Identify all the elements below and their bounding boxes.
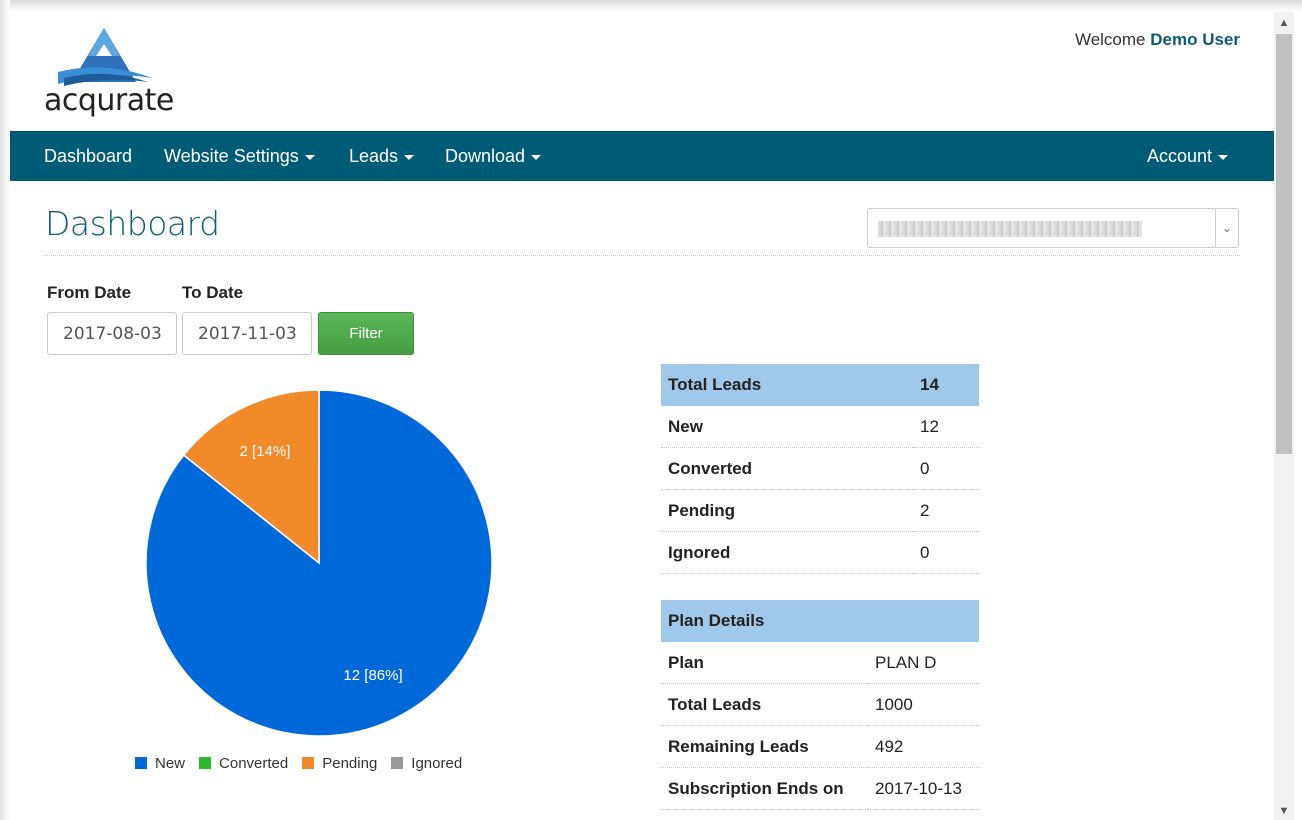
leads-summary-table: Total Leads 14 New 12 Converted 0 Pending 2… bbox=[661, 364, 979, 574]
row-label: Ignored bbox=[661, 531, 913, 574]
total-leads-value: 14 bbox=[913, 364, 979, 406]
caret-down-icon bbox=[531, 154, 542, 160]
nav-account[interactable]: Account bbox=[1147, 132, 1229, 181]
row-label: Pending bbox=[661, 489, 913, 532]
row-value: PLAN D bbox=[868, 642, 979, 684]
redacted-website-name bbox=[878, 221, 1142, 237]
row-value: 1000 bbox=[868, 683, 979, 726]
legend-item-ignored[interactable]: Ignored bbox=[391, 755, 462, 772]
nav-website-settings[interactable]: Website Settings bbox=[164, 132, 315, 181]
plan-details-table: Plan Details Plan PLAN D Total Leads 1000 … bbox=[661, 600, 979, 810]
nav-website-settings-label: Website Settings bbox=[164, 146, 299, 166]
welcome-text: Welcome Demo User bbox=[1075, 30, 1240, 50]
nav-dashboard-label: Dashboard bbox=[44, 146, 133, 166]
leads-pie-chart: 12 [86%] 2 [14%] bbox=[120, 380, 520, 750]
row-label: Subscription Ends on bbox=[661, 767, 868, 810]
page-title: Dashboard bbox=[45, 204, 220, 243]
welcome-prefix: Welcome bbox=[1074, 30, 1146, 49]
table-row: Remaining Leads 492 bbox=[661, 725, 979, 768]
legend-label: Converted bbox=[219, 755, 289, 772]
from-date-input[interactable] bbox=[47, 312, 177, 355]
legend-swatch bbox=[302, 757, 315, 769]
website-select[interactable]: ⌄ bbox=[867, 208, 1239, 248]
row-label: Total Leads bbox=[661, 683, 868, 726]
pie-label-pending: 2 [14%] bbox=[240, 443, 291, 460]
caret-down-icon bbox=[1218, 154, 1229, 160]
nav-leads[interactable]: Leads bbox=[349, 132, 415, 181]
chevron-down-icon: ⌄ bbox=[1215, 209, 1238, 247]
row-label: Remaining Leads bbox=[661, 725, 868, 768]
plan-details-header: Plan Details bbox=[661, 600, 979, 642]
to-date-label: To Date bbox=[182, 283, 244, 302]
to-date-input[interactable] bbox=[182, 312, 312, 355]
brand-logo[interactable]: acqurate bbox=[44, 26, 184, 120]
brand-wordmark: acqurate bbox=[44, 83, 174, 118]
legend-item-new[interactable]: New bbox=[135, 755, 185, 772]
table-row: Converted 0 bbox=[661, 447, 979, 490]
scroll-thumb[interactable] bbox=[1276, 34, 1292, 454]
legend-swatch bbox=[199, 757, 212, 769]
pie-label-new: 12 [86%] bbox=[343, 667, 402, 684]
leads-summary-header: Total Leads 14 bbox=[661, 364, 979, 406]
table-row: Plan PLAN D bbox=[661, 642, 979, 684]
caret-down-icon bbox=[304, 154, 315, 160]
row-value: 2017-10-13 bbox=[868, 767, 979, 810]
legend-label: New bbox=[155, 755, 186, 772]
legend-label: Pending bbox=[322, 755, 378, 772]
row-label: Plan bbox=[661, 642, 868, 684]
table-row: Pending 2 bbox=[661, 489, 979, 532]
nav-leads-label: Leads bbox=[349, 146, 399, 166]
main-navbar: Dashboard Website Settings Leads Downloa… bbox=[10, 131, 1274, 181]
legend-swatch bbox=[391, 757, 404, 769]
nav-account-label: Account bbox=[1147, 146, 1213, 166]
row-value: 0 bbox=[913, 447, 979, 490]
table-row: Total Leads 1000 bbox=[661, 683, 979, 726]
filter-button[interactable]: Filter bbox=[318, 312, 414, 355]
table-row: Subscription Ends on 2017-10-13 bbox=[661, 767, 979, 810]
nav-download-label: Download bbox=[445, 146, 526, 166]
vertical-scrollbar[interactable]: ▲ ▼ bbox=[1274, 12, 1294, 820]
pie-chart-svg: 12 [86%] 2 [14%] bbox=[145, 389, 493, 737]
scroll-up-icon[interactable]: ▲ bbox=[1274, 14, 1294, 32]
legend-swatch bbox=[135, 757, 147, 769]
scroll-down-icon[interactable]: ▼ bbox=[1274, 802, 1294, 820]
window-top-shadow bbox=[0, 0, 1302, 12]
logo-mark-icon bbox=[58, 28, 152, 86]
total-leads-label: Total Leads bbox=[661, 364, 913, 406]
pie-legend: New Converted Pending Ignored bbox=[135, 755, 476, 772]
caret-down-icon bbox=[404, 154, 415, 160]
legend-item-converted[interactable]: Converted bbox=[199, 755, 288, 772]
legend-item-pending[interactable]: Pending bbox=[302, 755, 377, 772]
row-label: Converted bbox=[661, 447, 913, 490]
user-name[interactable]: Demo User bbox=[1150, 30, 1240, 49]
window-left-shadow bbox=[0, 0, 10, 820]
table-row: New 12 bbox=[661, 406, 979, 448]
row-label: New bbox=[661, 406, 913, 448]
nav-download[interactable]: Download bbox=[445, 132, 542, 181]
title-divider bbox=[45, 255, 1240, 256]
row-value: 12 bbox=[913, 406, 979, 448]
row-value: 0 bbox=[913, 531, 979, 574]
from-date-label: From Date bbox=[47, 283, 132, 302]
plan-details-title: Plan Details bbox=[661, 600, 979, 642]
legend-label: Ignored bbox=[411, 755, 463, 772]
nav-dashboard[interactable]: Dashboard bbox=[44, 132, 132, 181]
row-value: 492 bbox=[868, 725, 979, 768]
row-value: 2 bbox=[913, 489, 979, 532]
table-row: Ignored 0 bbox=[661, 531, 979, 574]
